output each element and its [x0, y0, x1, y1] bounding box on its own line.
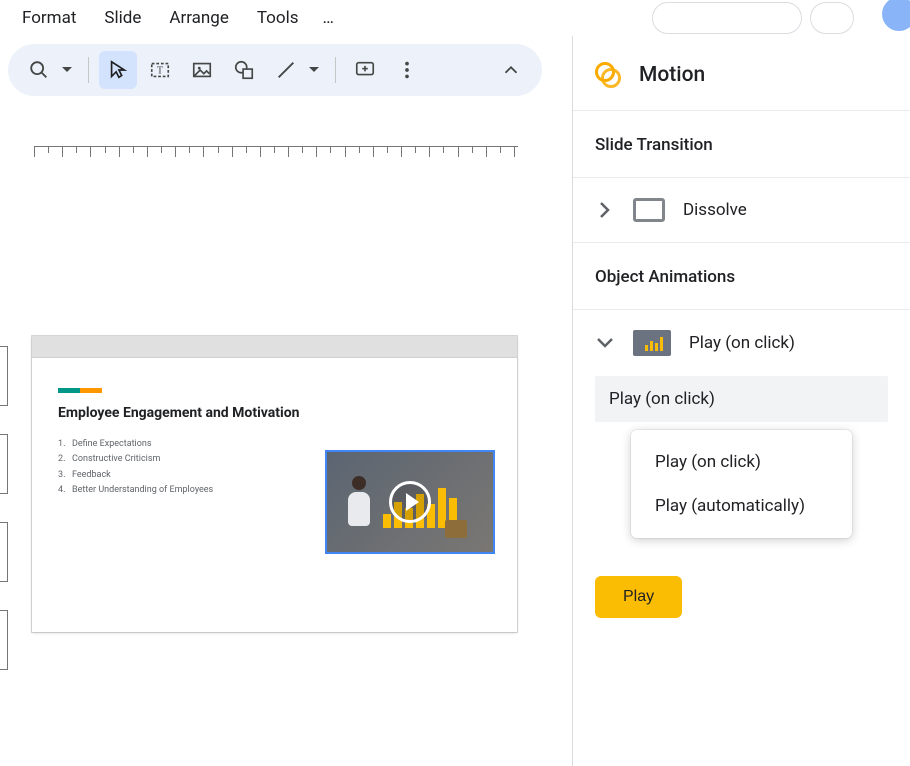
slide-thumb-icon [633, 198, 665, 222]
image-icon [191, 59, 213, 81]
textbox-icon: T [149, 59, 171, 81]
animation-dropdown-trigger[interactable]: Play (on click) [595, 376, 888, 422]
svg-text:T: T [157, 66, 163, 77]
slide-nav-stub[interactable] [0, 610, 8, 670]
video-briefcase-icon [445, 520, 467, 538]
dropdown-option-onclick[interactable]: Play (on click) [631, 440, 852, 484]
menu-format[interactable]: Format [8, 4, 90, 32]
animation-dropdown: Play (on click) Play (on click) Play (au… [595, 376, 888, 422]
slide-topbar [32, 336, 517, 358]
chevron-down-icon [595, 333, 615, 353]
menubar: Format Slide Arrange Tools … [0, 0, 910, 36]
line-tool[interactable] [267, 51, 305, 89]
shape-tool[interactable] [225, 51, 263, 89]
toolbar: T [8, 44, 542, 96]
menu-tools[interactable]: Tools [243, 4, 313, 32]
chevron-up-icon [500, 59, 522, 81]
dropdown-option-automatic[interactable]: Play (automatically) [631, 484, 852, 528]
more-vert-icon [396, 59, 418, 81]
animation-dropdown-menu: Play (on click) Play (automatically) [631, 430, 852, 538]
slide-body: Employee Engagement and Motivation Defin… [32, 358, 517, 632]
slide-title: Employee Engagement and Motivation [58, 405, 491, 421]
slide-nav-stubs [0, 346, 8, 698]
ruler [34, 146, 518, 162]
toolbar-separator [335, 57, 336, 83]
line-dropdown-caret[interactable] [307, 67, 321, 73]
chevron-right-icon [595, 200, 615, 220]
animation-thumb-icon [633, 330, 671, 356]
motion-panel: Motion Slide Transition Dissolve Object … [572, 36, 910, 766]
shape-icon [233, 59, 255, 81]
line-icon [275, 59, 297, 81]
share-pill[interactable] [652, 2, 802, 34]
slide-nav-stub[interactable] [0, 346, 8, 406]
zoom-tool[interactable] [20, 51, 58, 89]
slide-nav-stub[interactable] [0, 522, 8, 582]
transition-label: Dissolve [683, 200, 747, 220]
image-tool[interactable] [183, 51, 221, 89]
video-person-icon [345, 476, 373, 542]
select-tool[interactable] [99, 51, 137, 89]
slide-nav-stub[interactable] [0, 434, 8, 494]
animation-row[interactable]: Play (on click) [573, 310, 910, 376]
transition-row[interactable]: Dissolve [573, 178, 910, 243]
comment-icon [354, 59, 376, 81]
present-pill[interactable] [810, 2, 854, 34]
panel-title: Motion [639, 63, 705, 87]
play-overlay-icon [389, 481, 431, 523]
slide-accent-bar [58, 388, 102, 393]
comment-tool[interactable] [346, 51, 384, 89]
animation-label: Play (on click) [689, 333, 795, 353]
canvas-area: T [0, 36, 572, 766]
zoom-dropdown-caret[interactable] [60, 67, 74, 73]
menu-arrange[interactable]: Arrange [155, 4, 242, 32]
menu-slide[interactable]: Slide [90, 4, 155, 32]
avatar[interactable] [882, 0, 910, 31]
toolbar-separator [88, 57, 89, 83]
panel-header: Motion [573, 36, 910, 111]
caret-down-icon [62, 67, 72, 73]
section-slide-transition: Slide Transition [573, 111, 910, 178]
caret-down-icon [309, 67, 319, 73]
textbox-tool[interactable]: T [141, 51, 179, 89]
cursor-icon [107, 59, 129, 81]
slide-canvas[interactable]: Employee Engagement and Motivation Defin… [32, 336, 517, 632]
play-button[interactable]: Play [595, 576, 682, 618]
motion-icon [595, 62, 621, 88]
slide-video-object[interactable] [325, 450, 495, 554]
collapse-toolbar[interactable] [492, 51, 530, 89]
zoom-icon [28, 59, 50, 81]
section-object-animations: Object Animations [573, 243, 910, 310]
menu-more[interactable]: … [312, 4, 343, 32]
more-tool[interactable] [388, 51, 426, 89]
